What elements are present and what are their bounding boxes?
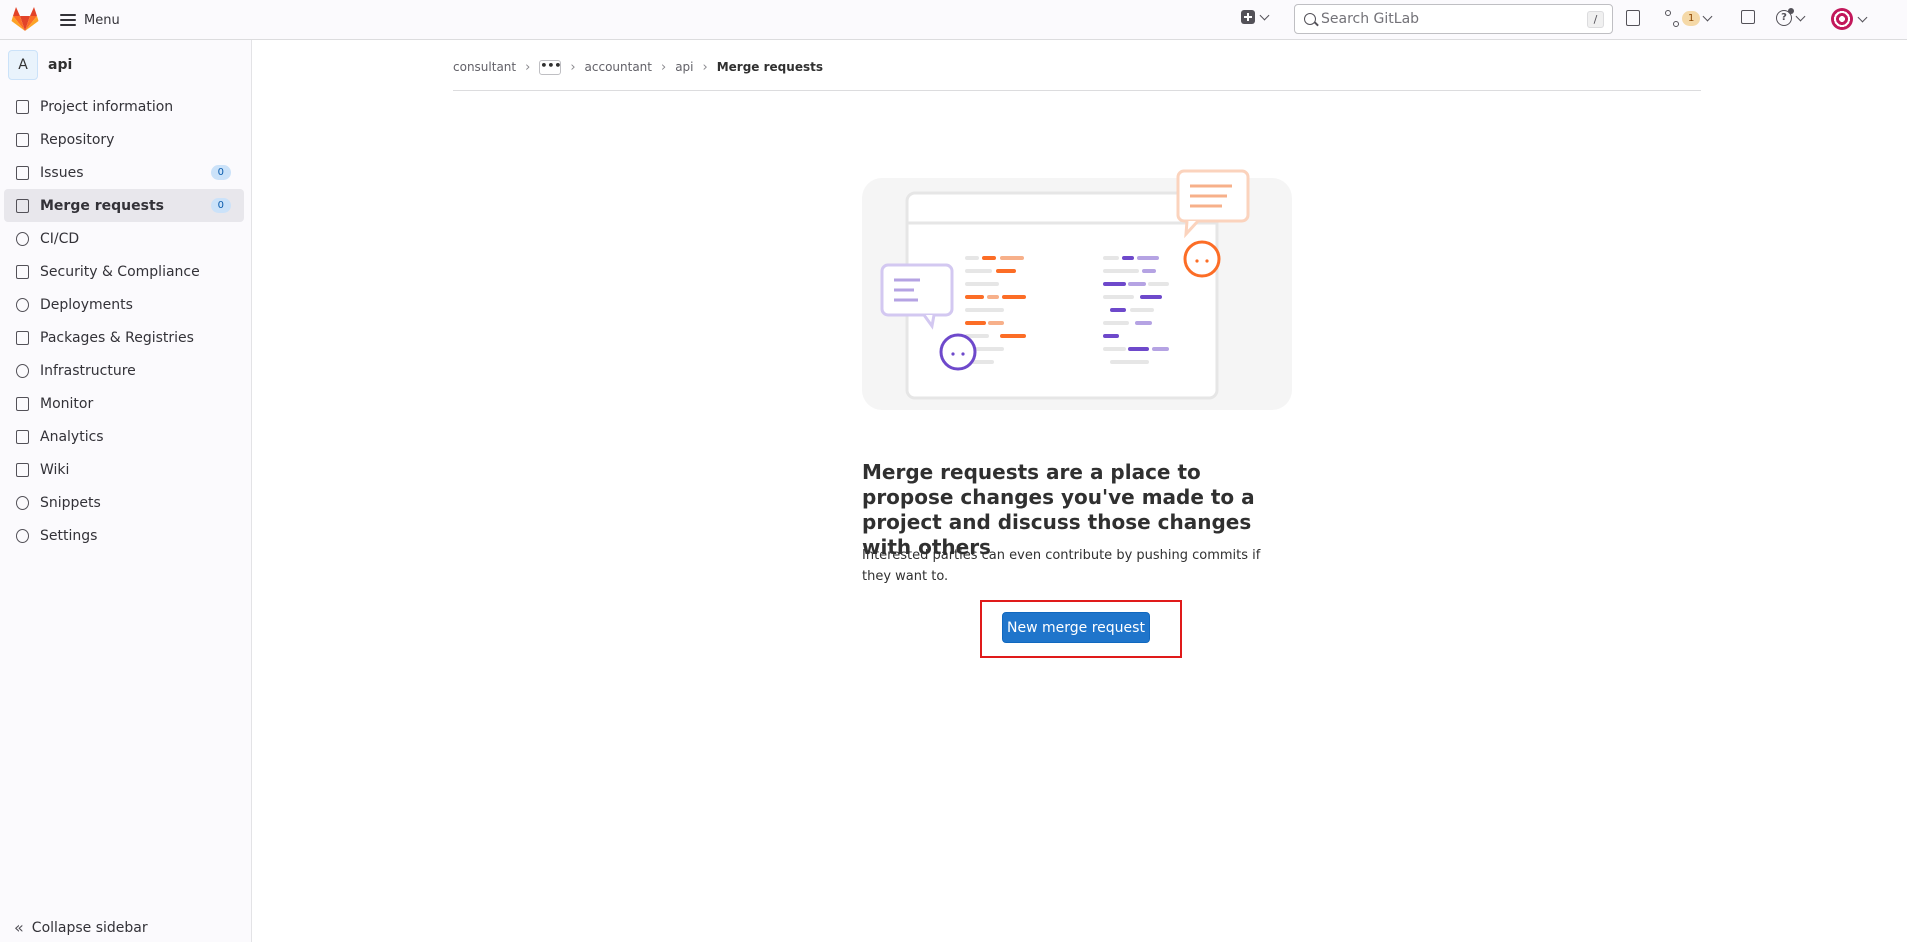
book-icon [16, 462, 29, 477]
hamburger-icon [60, 14, 76, 26]
sidebar-item-label: Analytics [40, 428, 104, 445]
shield-icon [16, 264, 29, 279]
sidebar: A api Project information Repository Iss… [0, 40, 252, 942]
sidebar-item-issues[interactable]: Issues 0 [4, 156, 244, 189]
new-merge-request-button[interactable]: New merge request [1002, 612, 1150, 643]
sidebar-item-snippets[interactable]: Snippets [4, 486, 244, 519]
rocket-icon [16, 231, 29, 246]
deployments-icon [16, 297, 29, 312]
double-chevron-left-icon: « [14, 918, 24, 937]
sidebar-item-ci-cd[interactable]: CI/CD [4, 222, 244, 255]
document-icon [16, 132, 29, 147]
chevron-right-icon: › [661, 59, 667, 75]
plus-square-icon [1241, 10, 1255, 24]
breadcrumb-link-accountant[interactable]: accountant [585, 60, 652, 74]
sidebar-item-label: Merge requests [40, 197, 164, 214]
sidebar-item-label: Project information [40, 98, 174, 115]
merge-requests-count-badge: 0 [210, 198, 231, 213]
sidebar-item-label: Repository [40, 131, 115, 148]
sidebar-item-label: CI/CD [40, 230, 80, 247]
sidebar-item-label: Security & Compliance [40, 263, 200, 280]
sidebar-item-label: Infrastructure [40, 362, 136, 379]
package-icon [16, 330, 29, 345]
todo-icon[interactable] [1741, 10, 1755, 24]
sidebar-item-packages-registries[interactable]: Packages & Registries [4, 321, 244, 354]
chevron-down-icon [1259, 10, 1270, 20]
sidebar-item-label: Deployments [40, 296, 133, 313]
cloud-icon [16, 363, 29, 378]
breadcrumb-link-consultant[interactable]: consultant [453, 60, 516, 74]
sidebar-item-settings[interactable]: Settings [4, 519, 244, 552]
empty-state-description: Interested parties can even contribute b… [862, 548, 1261, 584]
project-name: api [48, 57, 73, 73]
chevron-right-icon: › [702, 59, 708, 75]
avatar [1831, 8, 1853, 30]
sidebar-item-project-information[interactable]: Project information [4, 90, 244, 123]
project-avatar: A [8, 50, 38, 80]
merge-requests-empty-illustration [862, 169, 1292, 410]
sidebar-item-analytics[interactable]: Analytics [4, 420, 244, 453]
top-bar: Menu / 1 ? [0, 0, 1907, 40]
menu-button[interactable]: Menu [60, 9, 120, 31]
chevron-down-icon [1795, 11, 1806, 21]
sidebar-item-wiki[interactable]: Wiki [4, 453, 244, 486]
gear-icon [16, 528, 29, 543]
breadcrumb-current[interactable]: Merge requests [717, 60, 823, 74]
gitlab-logo-icon[interactable] [11, 6, 39, 32]
user-menu[interactable] [1831, 8, 1868, 30]
menu-label: Menu [84, 12, 120, 28]
sidebar-item-infrastructure[interactable]: Infrastructure [4, 354, 244, 387]
sidebar-item-label: Wiki [40, 461, 70, 478]
sidebar-item-merge-requests[interactable]: Merge requests 0 [4, 189, 244, 222]
sidebar-item-monitor[interactable]: Monitor [4, 387, 244, 420]
chevron-down-icon [1702, 11, 1713, 21]
sidebar-item-security-compliance[interactable]: Security & Compliance [4, 255, 244, 288]
help-icon: ? [1776, 8, 1794, 26]
search-box[interactable]: / [1294, 4, 1613, 34]
new-dropdown-button[interactable] [1241, 10, 1270, 24]
issues-count-badge: 0 [210, 165, 231, 180]
breadcrumb-link-api[interactable]: api [675, 60, 693, 74]
sidebar-item-label: Packages & Registries [40, 329, 194, 346]
help-dropdown[interactable]: ? [1776, 8, 1806, 26]
project-header[interactable]: A api [8, 50, 72, 80]
search-input[interactable] [1321, 10, 1561, 28]
help-glyph: ? [1781, 12, 1787, 23]
sidebar-item-label: Snippets [40, 494, 101, 511]
scissors-icon [16, 495, 29, 510]
sidebar-item-deployments[interactable]: Deployments [4, 288, 244, 321]
breadcrumb-divider [453, 90, 1701, 91]
chart-icon [16, 429, 29, 444]
breadcrumb: consultant › ••• › accountant › api › Me… [453, 58, 823, 76]
sidebar-item-repository[interactable]: Repository [4, 123, 244, 156]
search-icon [1304, 13, 1316, 25]
chevron-down-icon [1857, 12, 1868, 22]
merge-requests-count-badge: 1 [1682, 10, 1701, 26]
collapse-sidebar-label: Collapse sidebar [31, 920, 148, 936]
merge-request-icon [1664, 10, 1679, 27]
collapse-sidebar-button[interactable]: « Collapse sidebar [14, 918, 148, 937]
merge-request-icon [16, 198, 29, 213]
project-icon [16, 99, 29, 114]
breadcrumb-expand-button[interactable]: ••• [539, 59, 561, 75]
sidebar-nav: Project information Repository Issues 0 … [4, 90, 244, 552]
search-shortcut-key: / [1587, 11, 1604, 28]
monitor-icon [16, 396, 29, 411]
issues-icon [16, 165, 29, 180]
chevron-right-icon: › [570, 59, 576, 75]
sidebar-item-label: Issues [40, 164, 84, 181]
merge-requests-dropdown[interactable]: 1 [1664, 10, 1713, 27]
sidebar-item-label: Monitor [40, 395, 94, 412]
notification-dot [1788, 8, 1794, 14]
sidebar-item-label: Settings [40, 527, 98, 544]
chevron-right-icon: › [525, 59, 531, 75]
issues-icon[interactable] [1626, 10, 1640, 26]
